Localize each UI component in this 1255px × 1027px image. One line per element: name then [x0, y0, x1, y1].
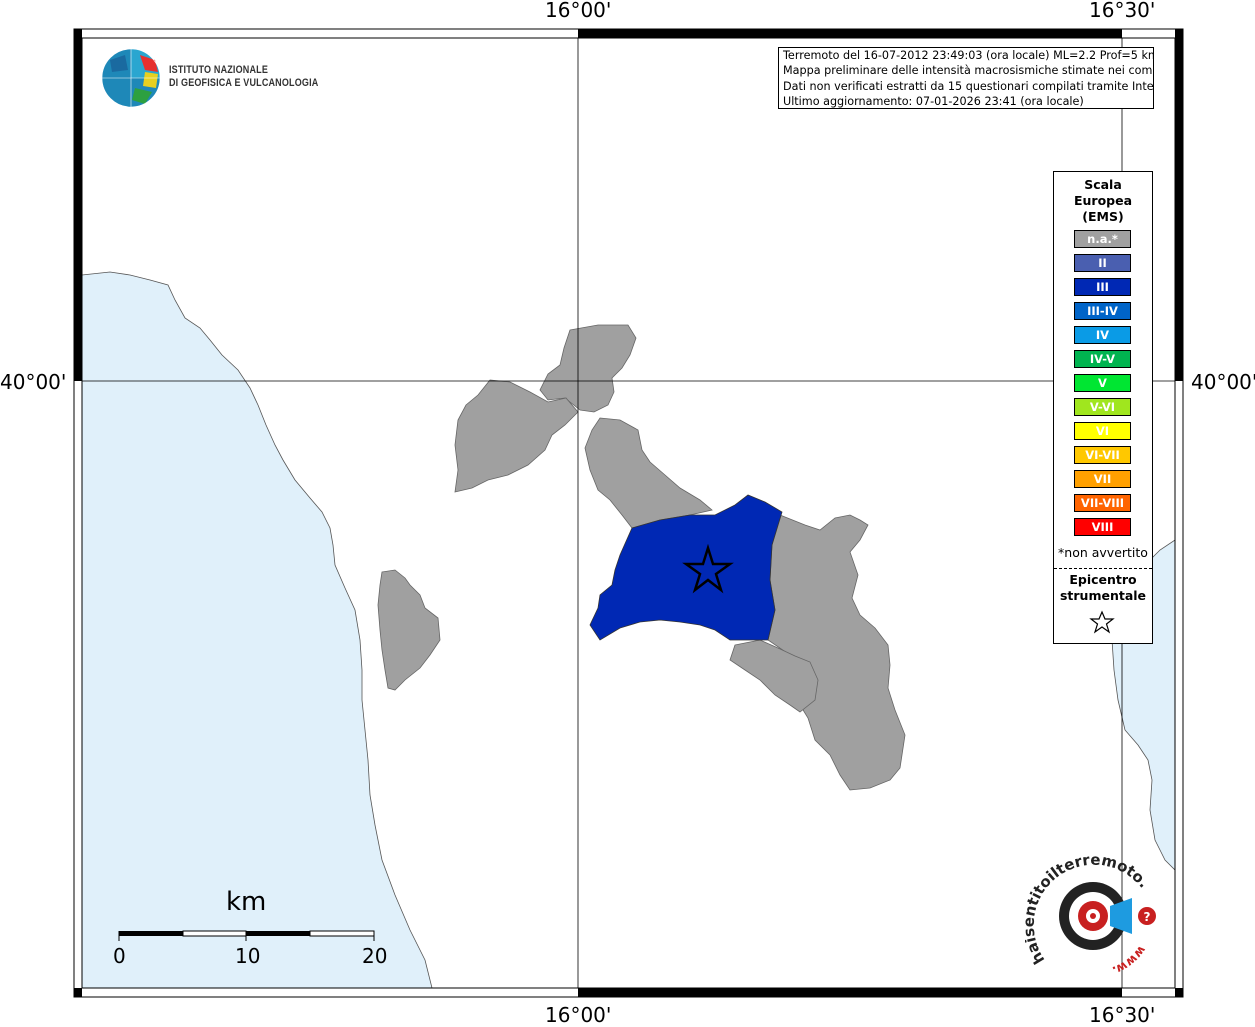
legend-epicenter-line2: strumentale [1059, 588, 1147, 603]
legend-swatch: IV-V [1074, 350, 1131, 368]
legend-swatch: VIII [1074, 518, 1131, 536]
legend-title: Scala Europea (EMS) [1054, 177, 1152, 225]
watermark-prefix: www. [1110, 943, 1149, 978]
ingv-logo-icon [101, 48, 161, 108]
legend-swatch: III [1074, 278, 1131, 296]
legend-swatch: III-IV [1074, 302, 1131, 320]
legend-title-line1: Scala [1084, 177, 1122, 192]
info-line-4: Ultimo aggiornamento: 07-01-2026 23:41 (… [783, 94, 1084, 108]
lon-label-top-16-30: 16°30' [1089, 0, 1156, 22]
legend-epicenter-label: Epicentro strumentale [1054, 572, 1152, 604]
info-line-1: Terremoto del 16-07-2012 23:49:03 (ora l… [783, 49, 1154, 62]
scale-tick-20: 20 [362, 944, 388, 968]
lon-label-bottom-16-00: 16°00' [545, 1003, 612, 1027]
legend-swatch: VI-VII [1074, 446, 1131, 464]
legend-swatch: VII-VIII [1074, 494, 1131, 512]
legend-separator [1054, 568, 1152, 569]
legend-title-line3: (EMS) [1082, 209, 1124, 224]
info-line-3: Dati non verificati estratti da 15 quest… [783, 79, 1154, 93]
legend-swatch: IV [1074, 326, 1131, 344]
legend-swatch: V-VI [1074, 398, 1131, 416]
ingv-logo-text: ISTITUTO NAZIONALE DI GEOFISICA E VULCAN… [169, 64, 318, 90]
legend-title-line2: Europea [1073, 193, 1133, 208]
legend-swatch: VII [1074, 470, 1131, 488]
haisentito-logo-text: haisentitoilterremoto.it www. [1025, 850, 1153, 978]
legend-swatch: II [1074, 254, 1131, 272]
lon-label-bottom-16-30: 16°30' [1089, 1003, 1156, 1027]
lat-label-left-40-00: 40°00' [0, 370, 67, 394]
legend-not-felt-note: *non avvertito [1058, 545, 1148, 560]
earthquake-info-box: Terremoto del 16-07-2012 23:49:03 (ora l… [778, 47, 1154, 109]
scale-unit-label: km [226, 887, 267, 917]
lat-label-right-40-00: 40°00' [1191, 370, 1255, 394]
lon-label-top-16-00: 16°00' [545, 0, 612, 22]
legend-epicenter-line1: Epicentro [1069, 572, 1137, 587]
ingv-logo-line1: ISTITUTO NAZIONALE [169, 64, 269, 76]
ems-legend: Scala Europea (EMS) n.a.* II III III-IV IV IV… [1053, 171, 1153, 644]
info-line-2: Mappa preliminare delle intensità macros… [783, 64, 1154, 78]
scale-tick-10: 10 [235, 944, 261, 968]
scale-tick-0: 0 [113, 944, 126, 968]
legend-swatch: n.a.* [1074, 230, 1131, 248]
legend-swatch: V [1074, 374, 1131, 392]
svg-text:www.: www. [1110, 943, 1149, 978]
legend-swatch: VI [1074, 422, 1131, 440]
legend-star-icon [1089, 610, 1115, 634]
ingv-logo-line2: DI GEOFISICA E VULCANOLOGIA [169, 77, 319, 89]
